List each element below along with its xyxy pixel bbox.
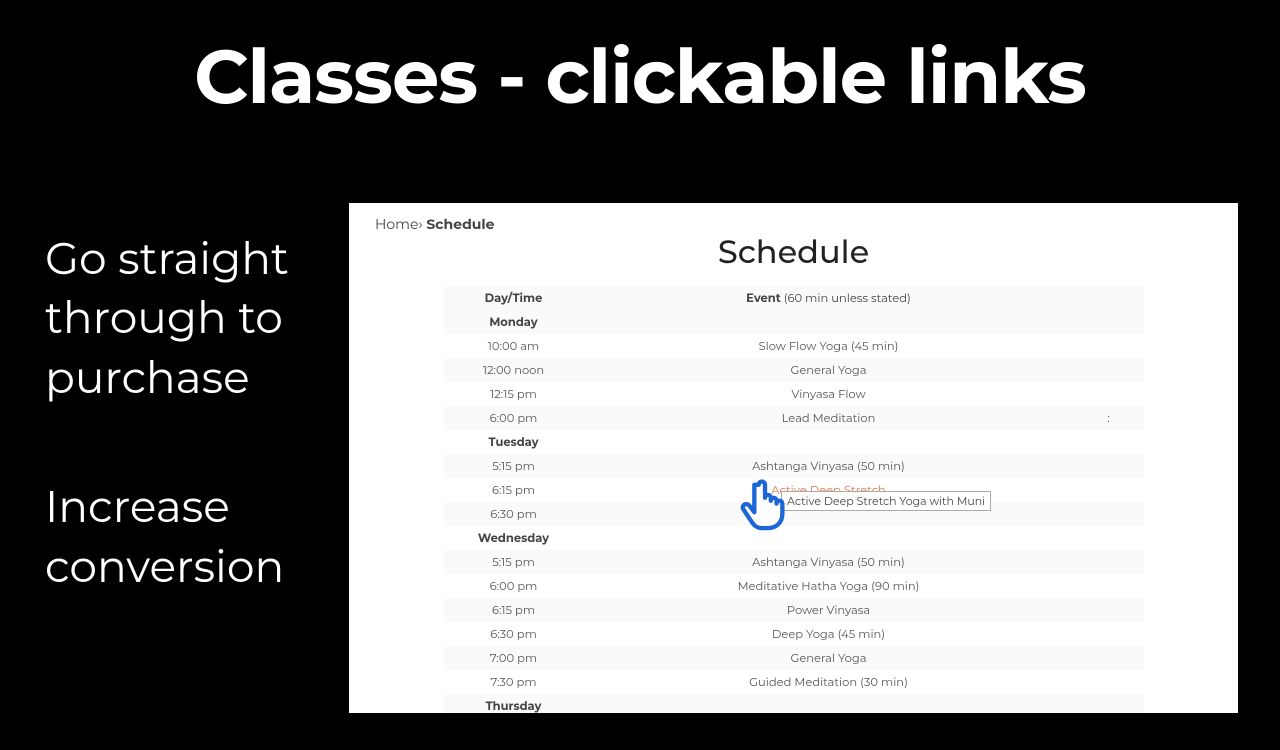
time-cell: 6:00 pm: [444, 579, 584, 593]
time-cell: 10:00 am: [444, 339, 584, 353]
time-cell: 5:15 pm: [444, 459, 584, 473]
event-cell: Vinyasa Flow: [584, 387, 1074, 401]
day-heading-row: Thursday: [444, 694, 1144, 713]
breadcrumb-sep: ›: [418, 215, 422, 233]
event-cell: Meditative Hatha Yoga (90 min): [584, 579, 1074, 593]
breadcrumb-current: Schedule: [426, 215, 494, 233]
breadcrumb-home[interactable]: Home: [375, 215, 418, 233]
event-cell: Slow Flow Yoga (45 min): [584, 339, 1074, 353]
table-row: 7:00 pmGeneral Yoga: [444, 646, 1144, 670]
app-screenshot: Home› Schedule Schedule Day/Time Event (…: [349, 203, 1238, 713]
day-heading-row: Wednesday: [444, 526, 1144, 550]
time-cell: 12:00 noon: [444, 363, 584, 377]
time-cell: 6:15 pm: [444, 483, 584, 497]
event-cell: General Yoga: [584, 651, 1074, 665]
time-cell: 6:30 pm: [444, 507, 584, 521]
copy-line: Increase: [45, 478, 289, 537]
time-cell: 12:15 pm: [444, 387, 584, 401]
extra-cell: :: [1074, 411, 1144, 425]
table-row: 10:00 amSlow Flow Yoga (45 min): [444, 334, 1144, 358]
slide-title: Classes - clickable links: [0, 30, 1280, 122]
event-cell: General Yoga: [584, 363, 1074, 377]
time-cell: Tuesday: [444, 435, 584, 449]
col-event: Event (60 min unless stated): [584, 291, 1074, 305]
link-tooltip: Active Deep Stretch Yoga with Muni: [781, 491, 991, 511]
table-header: Day/Time Event (60 min unless stated): [444, 286, 1144, 310]
cursor-hand-icon: [739, 479, 787, 531]
marketing-copy: Go straight through to purchase Increase…: [45, 230, 289, 597]
table-row: 6:30 pmDeep Yoga (45 min): [444, 622, 1144, 646]
event-cell: Guided Meditation (30 min): [584, 675, 1074, 689]
time-cell: 6:00 pm: [444, 411, 584, 425]
breadcrumb: Home› Schedule: [349, 203, 1238, 233]
time-cell: Wednesday: [444, 531, 584, 545]
table-row: 6:15 pmPower Vinyasa: [444, 598, 1144, 622]
time-cell: 5:15 pm: [444, 555, 584, 569]
table-row: 6:00 pmLead Meditation:: [444, 406, 1144, 430]
time-cell: 7:00 pm: [444, 651, 584, 665]
copy-line: conversion: [45, 538, 289, 597]
table-row: 6:00 pmMeditative Hatha Yoga (90 min): [444, 574, 1144, 598]
day-heading-row: Tuesday: [444, 430, 1144, 454]
copy-line: purchase: [45, 349, 289, 408]
event-cell: Deep Yoga (45 min): [584, 627, 1074, 641]
table-row: 5:15 pmAshtanga Vinyasa (50 min): [444, 454, 1144, 478]
event-cell: Lead Meditation: [584, 411, 1074, 425]
time-cell: 6:15 pm: [444, 603, 584, 617]
table-row: 7:30 pmGuided Meditation (30 min): [444, 670, 1144, 694]
table-row: 12:00 noonGeneral Yoga: [444, 358, 1144, 382]
time-cell: Monday: [444, 315, 584, 329]
table-row: 12:15 pmVinyasa Flow: [444, 382, 1144, 406]
event-cell: Power Vinyasa: [584, 603, 1074, 617]
copy-line: through to: [45, 289, 289, 348]
copy-line: Go straight: [45, 230, 289, 289]
page-title: Schedule: [349, 233, 1238, 272]
event-cell: Ashtanga Vinyasa (50 min): [584, 555, 1074, 569]
time-cell: 6:30 pm: [444, 627, 584, 641]
col-daytime: Day/Time: [444, 291, 584, 305]
time-cell: 7:30 pm: [444, 675, 584, 689]
time-cell: Thursday: [444, 699, 584, 713]
day-heading-row: Monday: [444, 310, 1144, 334]
table-row: 5:15 pmAshtanga Vinyasa (50 min): [444, 550, 1144, 574]
event-cell: Ashtanga Vinyasa (50 min): [584, 459, 1074, 473]
